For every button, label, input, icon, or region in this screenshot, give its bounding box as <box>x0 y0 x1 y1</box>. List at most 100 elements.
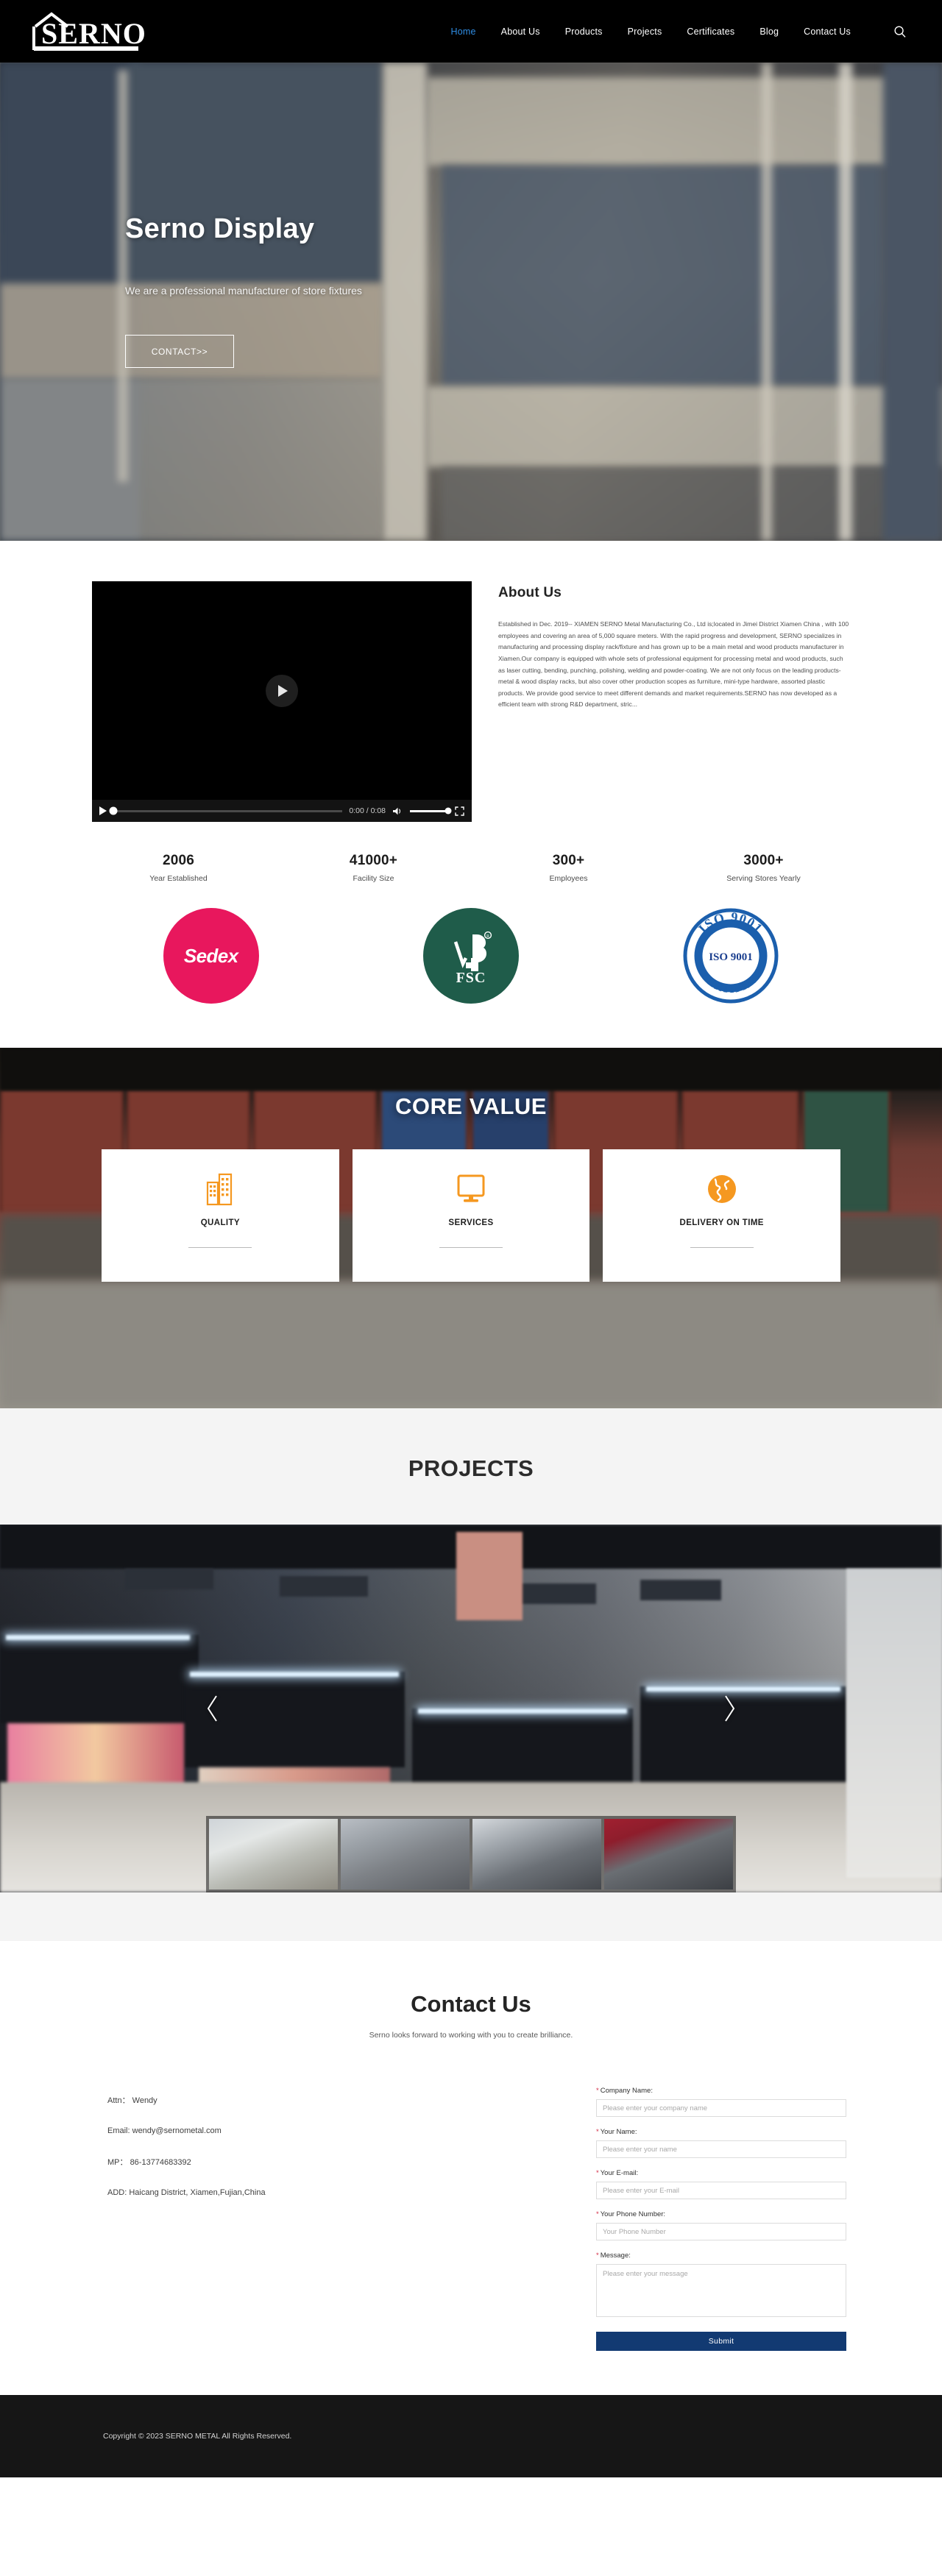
your-email-input[interactable] <box>596 2182 846 2199</box>
certification-badges: Sedex R FSC ISO 9001 CERTIFIED ISO 9001 <box>81 908 861 1048</box>
copyright-text: Copyright © 2023 SERNO METAL All Rights … <box>103 2432 292 2441</box>
video-time-display: 0:00 / 0:08 <box>349 806 386 815</box>
project-thumbnail-2[interactable] <box>341 1819 470 1890</box>
stat-label: Year Established <box>149 874 208 883</box>
hero-subtitle: We are a professional manufacturer of st… <box>125 285 362 297</box>
projects-heading: PROJECTS <box>408 1455 534 1481</box>
field-message: * Message: <box>596 2252 846 2321</box>
field-company-name: * Company Name: <box>596 2087 846 2117</box>
main-navigation: Home About Us Products Projects Certific… <box>450 22 914 41</box>
about-title: About Us <box>498 585 562 600</box>
video-screen[interactable] <box>92 581 472 800</box>
message-textarea[interactable] <box>596 2264 846 2317</box>
core-value-card-delivery[interactable]: DELIVERY ON TIME <box>603 1149 841 1282</box>
stat-label: Employees <box>549 874 588 883</box>
projects-carousel[interactable] <box>0 1525 942 1892</box>
play-icon[interactable] <box>266 674 298 707</box>
stat-label: Serving Stores Yearly <box>726 874 801 883</box>
about-section: 0:00 / 0:08 About Us Established in Dec.… <box>0 541 942 1048</box>
nav-item-certificates[interactable]: Certificates <box>685 22 736 41</box>
card-divider <box>188 1247 252 1248</box>
nav-item-projects[interactable]: Projects <box>626 22 664 41</box>
hero-title: Serno Display <box>125 213 315 244</box>
submit-button[interactable]: Submit <box>596 2332 846 2351</box>
message-label: * Message: <box>596 2252 846 2260</box>
video-progress-slider[interactable] <box>109 806 343 815</box>
contact-details: Attn： Wendy Email: wendy@sernometal.com … <box>96 2087 449 2218</box>
nav-item-home[interactable]: Home <box>450 22 478 41</box>
contact-heading: Contact Us <box>411 1991 531 2017</box>
core-value-card-quality[interactable]: QUALITY <box>102 1149 339 1282</box>
contact-phone: MP： 86-13774683392 <box>107 2156 449 2168</box>
monitor-icon <box>455 1171 487 1207</box>
your-name-input[interactable] <box>596 2140 846 2158</box>
field-phone-number: * Your Phone Number: <box>596 2210 846 2240</box>
sedex-badge-icon: Sedex <box>163 908 259 1004</box>
stat-value: 2006 <box>162 853 195 868</box>
site-logo[interactable]: SERNO <box>28 10 146 53</box>
label-text: Your Name: <box>600 2128 637 2136</box>
contact-email: Email: wendy@sernometal.com <box>107 2126 449 2135</box>
navbar: SERNO Home About Us Products Projects Ce… <box>0 0 942 63</box>
card-divider <box>439 1247 503 1248</box>
company-name-label: * Company Name: <box>596 2087 846 2095</box>
hero-contact-button[interactable]: CONTACT>> <box>125 335 234 368</box>
nav-item-products[interactable]: Products <box>564 22 604 41</box>
sedex-badge-label: Sedex <box>183 944 238 967</box>
search-icon[interactable] <box>890 22 910 41</box>
serno-house-logo-icon: SERNO <box>28 10 146 53</box>
stat-year-established: 2006 Year Established <box>81 853 276 883</box>
contact-phone-value[interactable]: 86-13774683392 <box>130 2158 191 2167</box>
contact-section: Contact Us Serno looks forward to workin… <box>0 1941 942 2395</box>
stat-value: 300+ <box>552 853 585 868</box>
required-mark: * <box>596 2252 599 2260</box>
hero-banner: Serno Display We are a professional manu… <box>0 63 942 541</box>
video-controls: 0:00 / 0:08 <box>92 800 472 822</box>
video-play-icon[interactable] <box>99 806 107 815</box>
core-value-label: SERVICES <box>448 1218 494 1227</box>
contact-email-value[interactable]: wendy@sernometal.com <box>132 2126 222 2135</box>
nav-item-contact-us[interactable]: Contact Us <box>802 22 852 41</box>
stat-employees: 300+ Employees <box>471 853 666 883</box>
phone-number-input[interactable] <box>596 2223 846 2240</box>
project-thumbnail-4[interactable] <box>604 1819 733 1890</box>
core-value-card-services[interactable]: SERVICES <box>352 1149 590 1282</box>
svg-text:SERNO: SERNO <box>41 17 146 50</box>
your-email-label: * Your E-mail: <box>596 2169 846 2177</box>
projects-section-header: PROJECTS <box>0 1408 942 1525</box>
company-name-input[interactable] <box>596 2099 846 2117</box>
project-thumbnail-1[interactable] <box>209 1819 338 1890</box>
core-value-heading: CORE VALUE <box>395 1093 547 1119</box>
field-your-email: * Your E-mail: <box>596 2169 846 2199</box>
required-mark: * <box>596 2087 599 2095</box>
phone-number-label: * Your Phone Number: <box>596 2210 846 2218</box>
required-mark: * <box>596 2210 599 2218</box>
contact-subtitle: Serno looks forward to working with you … <box>369 2031 573 2040</box>
volume-icon[interactable] <box>392 806 403 816</box>
contact-attn-value: Wendy <box>132 2096 157 2105</box>
about-body-text: Established in Dec. 2019-- XIAMEN SERNO … <box>498 620 849 709</box>
field-your-name: * Your Name: <box>596 2128 846 2158</box>
volume-slider[interactable] <box>410 807 452 815</box>
svg-text:FSC: FSC <box>456 970 486 986</box>
carousel-next-button[interactable] <box>718 1688 740 1729</box>
stat-serving-stores: 3000+ Serving Stores Yearly <box>666 853 861 883</box>
stat-label: Facility Size <box>353 874 394 883</box>
label-text: Company Name: <box>600 2087 653 2095</box>
project-thumbnail-3[interactable] <box>472 1819 601 1890</box>
company-stats: 2006 Year Established 41000+ Facility Si… <box>81 853 861 883</box>
about-video-player[interactable]: 0:00 / 0:08 <box>92 581 472 822</box>
contact-form: *Company Name: *Your Name: *Your E-mail:… <box>596 2087 846 2351</box>
label-text: Your Phone Number: <box>600 2210 666 2218</box>
contact-attn: Attn： Wendy <box>107 2094 449 2106</box>
globe-icon <box>706 1171 738 1207</box>
contact-phone-label: MP： <box>107 2158 128 2167</box>
nav-item-about-us[interactable]: About Us <box>500 22 542 41</box>
carousel-thumbnails <box>206 1816 736 1892</box>
stat-facility-size: 41000+ Facility Size <box>276 853 471 883</box>
carousel-prev-button[interactable] <box>202 1688 224 1729</box>
fullscreen-icon[interactable] <box>455 806 464 816</box>
svg-text:R: R <box>486 934 489 939</box>
required-mark: * <box>596 2128 599 2136</box>
nav-item-blog[interactable]: Blog <box>758 22 780 41</box>
